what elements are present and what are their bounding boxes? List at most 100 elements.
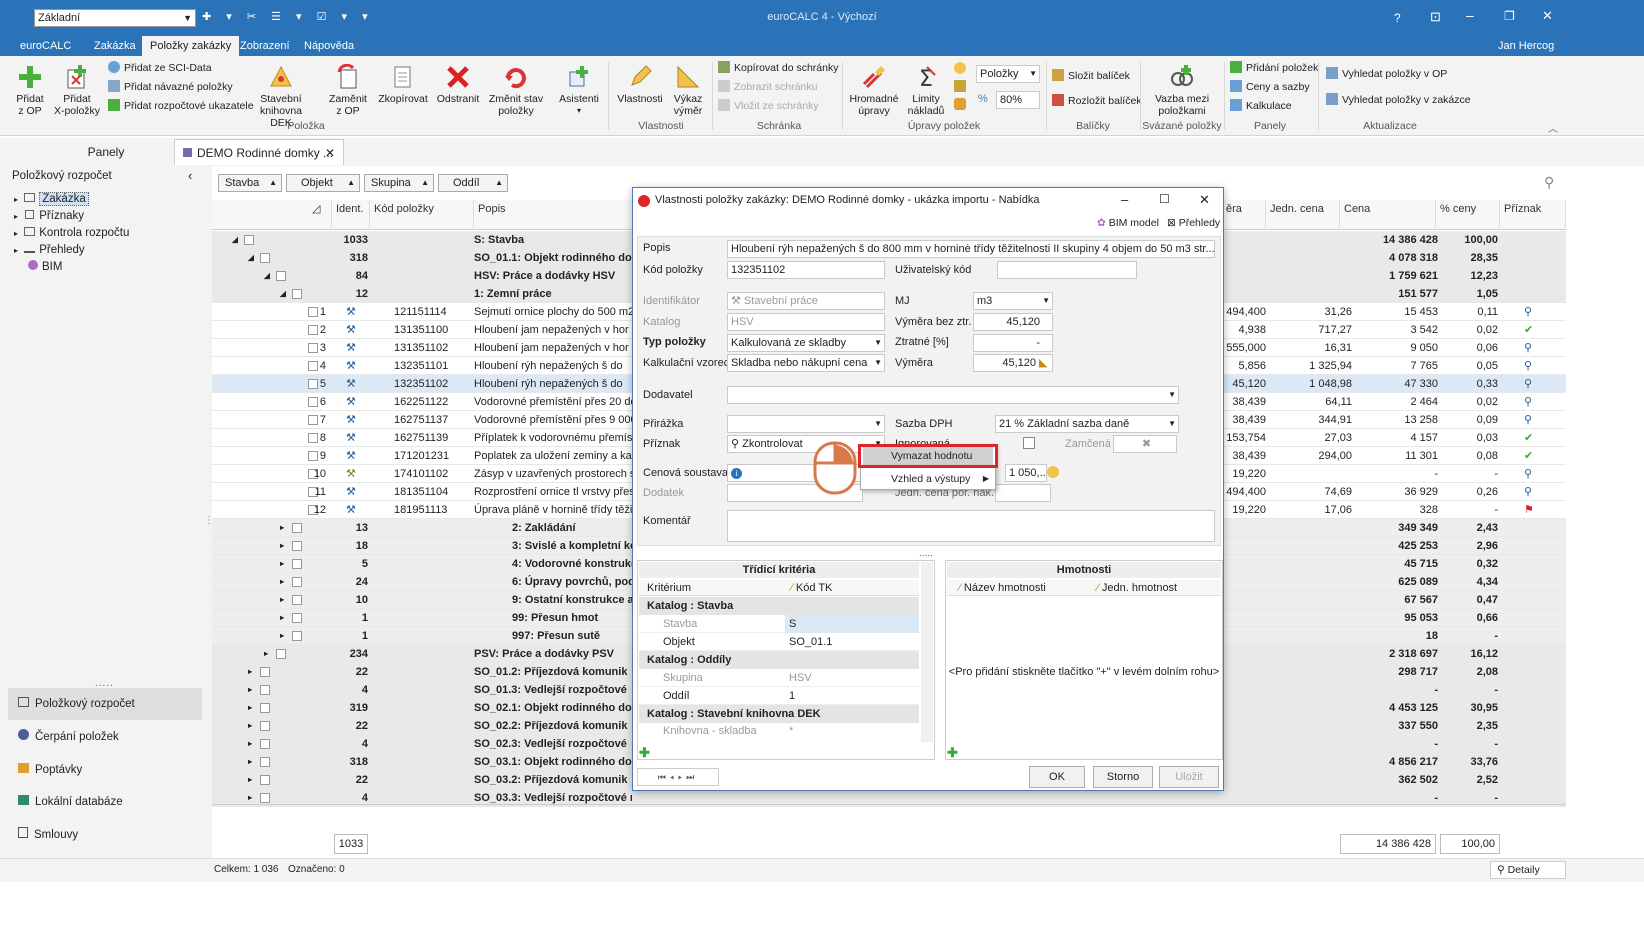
ok-button[interactable]: OK [1029,766,1085,788]
collapse-panel-icon[interactable]: ‹ [188,168,192,183]
zmenit-stav-button[interactable]: Změnit stav položky [486,64,546,117]
vymera-bez-ztr-field[interactable]: 45,120 [973,313,1053,331]
coin-icon[interactable] [954,62,966,74]
search-icon[interactable]: ⚲ [1524,303,1532,321]
search-icon[interactable]: ⚲ [1524,339,1532,357]
menu-zakazka[interactable]: Zakázka [86,36,144,56]
check-icon[interactable]: ✔ [1524,321,1533,339]
vlastnosti-button[interactable]: Vlastnosti [614,64,666,105]
percent-spinner[interactable]: 80% [996,91,1040,109]
typ-polozky-combo[interactable]: Kalkulovaná ze skladby ▼ [727,334,885,352]
sazba-dph-combo[interactable]: 21 % Základní sazba daně ▼ [995,415,1179,433]
filter-objekt[interactable]: Objekt ▲ [286,174,360,192]
identifikator-field[interactable]: ⚒ Stavební práce [727,292,885,310]
kopirovat-schranka-button[interactable]: Kopírovat do schránky [718,59,838,77]
zamcena-field[interactable]: ✖ [1113,435,1177,453]
header-priznak[interactable]: Příznak [1500,200,1566,228]
row-checkbox[interactable] [292,577,302,587]
close-tab-icon[interactable]: ✕ [325,140,335,166]
header-jedn-cena[interactable]: Jedn. cena [1266,200,1340,228]
pridani-polozek-button[interactable]: Přidání položek [1230,59,1318,77]
measure-icon[interactable]: ◣ [1039,356,1047,369]
row-checkbox[interactable] [292,289,302,299]
expand-icon[interactable]: ◢ [248,249,254,267]
row-checkbox[interactable] [276,649,286,659]
expand-icon[interactable]: ▸ [248,717,252,735]
pridat-z-op-button[interactable]: Přidat z OP [10,64,50,117]
tree-item-prehledy[interactable]: ▸ Přehledy [14,242,85,259]
header-ident[interactable]: Ident. [332,200,370,228]
expand-icon[interactable]: ◢ [232,231,238,249]
menu-napoveda[interactable]: Nápověda [296,36,362,56]
user-name[interactable]: Jan Hercog [1490,36,1562,56]
expand-icon[interactable]: ▸ [248,735,252,753]
row-checkbox[interactable] [292,631,302,641]
calc-icon[interactable] [954,98,966,110]
search-icon[interactable]: ⚲ [1524,465,1532,483]
nav-polozkovy-rozpocet[interactable]: Položkový rozpočet [8,688,202,720]
kod-field[interactable]: 132351102 [727,261,885,279]
hromadne-upravy-button[interactable]: Hromadné úpravy [846,64,902,117]
header-cena[interactable]: Cena [1340,200,1436,228]
expand-icon[interactable]: ▸ [248,663,252,681]
row-checkbox[interactable] [260,775,270,785]
row-checkbox[interactable] [244,235,254,245]
row-checkbox[interactable] [260,757,270,767]
kriterium-row[interactable]: Knihovna - skladba * [639,723,919,739]
kriterium-row[interactable]: Objekt SO_01.1 [639,633,919,651]
header-pct[interactable]: % ceny [1436,200,1500,228]
prehledy-button[interactable]: ⊠ Přehledy [1167,217,1220,229]
navazne-button[interactable]: Přidat návazné položky [108,78,233,96]
menu-zobrazeni[interactable]: Zobrazení [232,36,298,56]
search-icon[interactable]: ⚲ [1524,357,1532,375]
expand-icon[interactable]: ▸ [280,519,284,537]
tridici-scrollbar[interactable] [921,562,933,742]
filter-oddil[interactable]: Oddíl ▲ [438,174,508,192]
row-checkbox[interactable] [260,739,270,749]
tree-item-priznaky[interactable]: ▸ Příznaky [14,208,84,225]
prirazka-combo[interactable]: ▼ [727,415,885,433]
kriterium-row[interactable]: Stavba S [639,615,919,633]
expand-icon[interactable]: ▸ [248,771,252,789]
ukazatele-button[interactable]: Přidat rozpočtové ukazatele [108,97,254,115]
search-icon[interactable]: ⚲ [1524,483,1532,501]
check-icon[interactable]: ✔ [1524,447,1533,465]
expand-icon[interactable]: ▸ [280,591,284,609]
mj-combo[interactable]: m3 ▼ [973,292,1053,310]
vyhledat-op-button[interactable]: Vyhledat položky v OP [1326,65,1447,83]
row-checkbox[interactable] [292,559,302,569]
nav-cerpani[interactable]: Čerpání položek [8,721,202,753]
add-kriterium-icon[interactable]: ✚ [639,745,650,761]
search-icon[interactable]: ⚲ [1524,375,1532,393]
ulozit-button[interactable]: Uložit [1159,766,1219,788]
expand-icon[interactable]: ▸ [248,753,252,771]
row-checkbox[interactable] [260,667,270,677]
vzorec-combo[interactable]: Skladba nebo nákupní cena ▼ [727,354,885,372]
menu-eurocalc[interactable]: euroCALC [12,36,79,56]
row-checkbox[interactable] [292,595,302,605]
row-checkbox[interactable] [260,703,270,713]
coin-icon[interactable] [1047,466,1059,478]
vlozit-schranka-button[interactable]: Vložit ze schránky [718,97,819,115]
kriterium-row[interactable]: Oddíl 1 [639,687,919,705]
ceny-sazby-button[interactable]: Ceny a sazby [1230,78,1310,96]
quick-access-icons[interactable]: ✚ ▾ ✂ ☰ ▾ ☑ ▾ ▾ [202,10,374,23]
expand-icon[interactable]: ▸ [280,537,284,555]
search-icon[interactable]: ⚲ [1524,411,1532,429]
katalog-field[interactable]: HSV [727,313,885,331]
row-checkbox[interactable] [276,271,286,281]
row-checkbox[interactable] [260,721,270,731]
document-tab[interactable]: DEMO Rodinné domky ... ✕ [174,139,344,165]
check-icon[interactable]: ✔ [1524,429,1533,447]
detaily-button[interactable]: ⚲ Detaily [1490,861,1566,879]
kriterium-row[interactable]: Skupina HSV [639,669,919,687]
row-checkbox[interactable] [260,793,270,803]
vykaz-vymer-button[interactable]: Výkaz výměr [668,64,708,117]
zamenit-button[interactable]: Zaměnit z OP [326,64,370,117]
pridat-x-polozky-button[interactable]: Přidat X-položky [52,64,102,117]
layout-combo[interactable]: Základní ▼ [34,9,196,27]
odstranit-button[interactable]: Odstranit [434,64,482,105]
restore-ribbon-icon[interactable]: ⊡ [1430,9,1441,25]
dodavatel-combo[interactable]: ▼ [727,386,1179,404]
header-kod[interactable]: Kód položky [370,200,474,228]
